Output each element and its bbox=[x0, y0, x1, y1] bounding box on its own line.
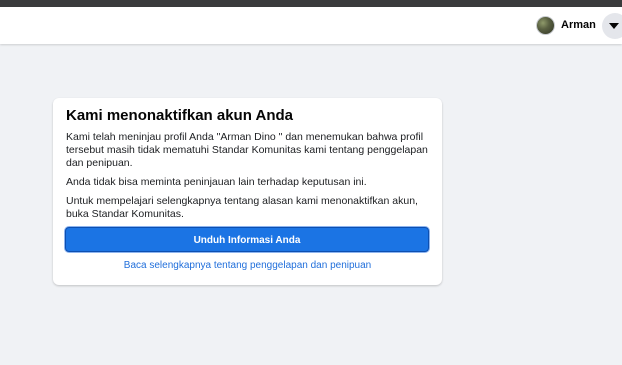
download-information-button[interactable]: Unduh Informasi Anda bbox=[65, 227, 429, 252]
account-disabled-card: Kami menonaktifkan akun Anda Kami telah … bbox=[53, 98, 442, 285]
avatar bbox=[536, 15, 555, 35]
profile-button[interactable]: Arman bbox=[536, 15, 596, 35]
top-strip bbox=[0, 0, 622, 7]
profile-name: Arman bbox=[561, 19, 596, 31]
learn-more-paragraph: Untuk mempelajari selengkapnya tentang a… bbox=[66, 195, 418, 220]
header-bar: Arman bbox=[0, 7, 622, 44]
review-paragraph: Kami telah meninjau profil Anda "Arman D… bbox=[66, 131, 428, 169]
no-appeal-paragraph: Anda tidak bisa meminta peninjauan lain … bbox=[66, 176, 367, 188]
chevron-down-icon bbox=[609, 23, 619, 29]
learn-more-link[interactable]: Baca selengkapnya tentang penggelapan da… bbox=[66, 260, 429, 271]
card-title: Kami menonaktifkan akun Anda bbox=[66, 107, 293, 124]
account-menu-button[interactable] bbox=[602, 13, 622, 39]
